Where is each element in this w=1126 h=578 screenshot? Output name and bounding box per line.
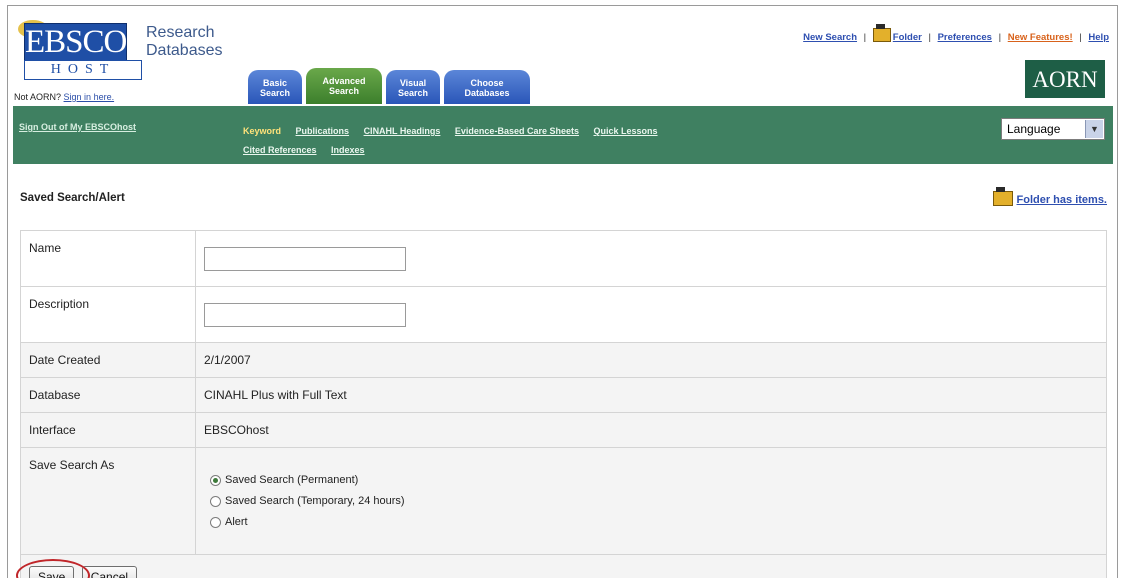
sign-in-link[interactable]: Sign in here. [64, 92, 115, 102]
option-alert[interactable]: Alert [210, 516, 1098, 528]
sign-out-link[interactable]: Sign Out of My EBSCOhost [19, 122, 136, 132]
database-value: CINAHL Plus with Full Text [195, 377, 1107, 413]
login-prompt: Not AORN? Sign in here. [14, 92, 115, 102]
app-window: EBSCO HOST Research Databases Not AORN? … [7, 5, 1118, 578]
button-row: Save Cancel [16, 554, 1107, 578]
radio-temporary[interactable] [210, 495, 221, 507]
database-label: Database [20, 377, 196, 413]
saved-search-form: Name Description Date Created 2/1/2007 D… [16, 230, 1107, 578]
chevron-down-icon[interactable]: ▼ [1085, 120, 1103, 138]
nav-keyword[interactable]: Keyword [243, 126, 281, 136]
brand-title: Research Databases [146, 24, 223, 59]
highlight-circle [16, 559, 90, 578]
name-label: Name [20, 230, 196, 287]
nav-publications[interactable]: Publications [296, 126, 350, 136]
nav-bar: Sign Out of My EBSCOhost Keyword Publica… [13, 106, 1113, 164]
date-created-row: Date Created 2/1/2007 [20, 342, 1107, 378]
new-features-link[interactable]: New Features! [1008, 32, 1073, 43]
description-label: Description [20, 286, 196, 343]
language-select[interactable]: Language ▼ [1001, 118, 1105, 140]
help-link[interactable]: Help [1088, 32, 1109, 43]
save-as-row: Save Search As Saved Search (Permanent) … [20, 447, 1107, 555]
option-temporary[interactable]: Saved Search (Temporary, 24 hours) [210, 495, 1098, 507]
database-row: Database CINAHL Plus with Full Text [20, 377, 1107, 413]
aorn-badge[interactable]: AORN [1025, 60, 1105, 98]
folder-icon[interactable] [872, 24, 891, 42]
interface-value: EBSCOhost [195, 412, 1107, 448]
interface-label: Interface [20, 412, 196, 448]
name-row: Name [20, 230, 1107, 287]
tab-visual-search[interactable]: Visual Search [386, 70, 440, 104]
name-input[interactable] [204, 246, 406, 271]
date-created-label: Date Created [20, 342, 196, 378]
folder-link[interactable]: Folder [893, 32, 922, 43]
logo-main-text: EBSCO [24, 23, 127, 61]
nav-links: Keyword Publications CINAHL Headings Evi… [243, 122, 963, 160]
folder-status-link[interactable]: Folder has items. [992, 187, 1107, 206]
folder-icon [992, 187, 1013, 206]
tab-basic-search[interactable]: Basic Search [248, 70, 302, 104]
ebsco-logo[interactable]: EBSCO HOST [18, 20, 146, 82]
cancel-button[interactable]: Cancel [81, 566, 138, 578]
save-as-label: Save Search As [20, 447, 196, 555]
radio-alert[interactable] [210, 516, 221, 528]
save-as-options: Saved Search (Permanent) Saved Search (T… [195, 447, 1107, 555]
interface-row: Interface EBSCOhost [20, 412, 1107, 448]
nav-cinahl-headings[interactable]: CINAHL Headings [364, 126, 441, 136]
top-links: New Search | Folder | Preferences | New … [803, 24, 1109, 43]
nav-evidence-based-care-sheets[interactable]: Evidence-Based Care Sheets [455, 126, 579, 136]
description-row: Description [20, 286, 1107, 343]
description-input[interactable] [204, 302, 406, 327]
page-title: Saved Search/Alert [20, 192, 125, 204]
nav-quick-lessons[interactable]: Quick Lessons [594, 126, 658, 136]
nav-cited-references[interactable]: Cited References [243, 145, 317, 155]
tab-choose-databases[interactable]: Choose Databases [444, 70, 530, 104]
logo-sub-text: HOST [24, 60, 142, 80]
tab-advanced-search[interactable]: Advanced Search [306, 68, 382, 104]
option-permanent[interactable]: Saved Search (Permanent) [210, 474, 1098, 486]
nav-indexes[interactable]: Indexes [331, 145, 365, 155]
new-search-link[interactable]: New Search [803, 32, 857, 43]
radio-permanent[interactable] [210, 474, 221, 486]
date-created-value: 2/1/2007 [195, 342, 1107, 378]
preferences-link[interactable]: Preferences [938, 32, 992, 43]
